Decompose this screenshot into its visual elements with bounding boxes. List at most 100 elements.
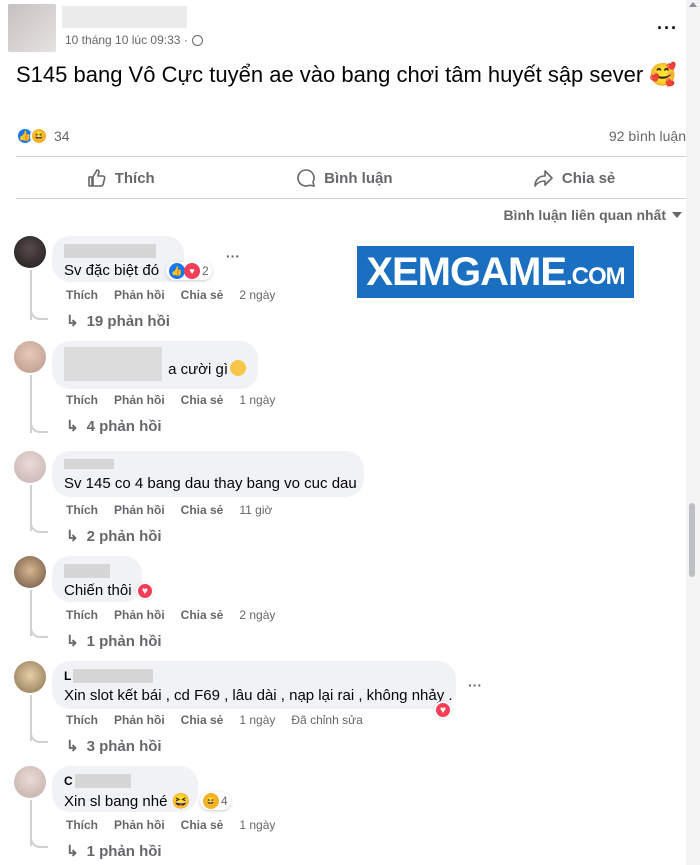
commenter-name-redacted[interactable] — [64, 564, 110, 578]
comment-time[interactable]: 2 ngày — [239, 608, 275, 622]
author-avatar[interactable] — [8, 4, 56, 52]
comment-reactions[interactable]: 👍 ♥ 2 — [166, 262, 212, 280]
comment-like-link[interactable]: Thích — [66, 393, 98, 407]
divider — [16, 198, 686, 199]
comment-button[interactable]: Bình luận — [296, 168, 392, 188]
comment-share-link[interactable]: Chia sẻ — [181, 393, 224, 407]
comment-time[interactable]: 11 giờ — [239, 503, 272, 517]
share-button[interactable]: Chia sẻ — [534, 168, 615, 188]
comment-text: Xin slot kết bái , cd F69 , lâu dài , nạ… — [64, 687, 453, 704]
heart-reaction-icon[interactable]: ♥ — [136, 582, 154, 600]
comment-reply-link[interactable]: Phản hồi — [114, 503, 165, 517]
comment-text: Sv đặc biệt đó — [64, 262, 160, 279]
comment-like-link[interactable]: Thích — [66, 503, 98, 517]
comment-bubble: Sv đặc biệt đó — [52, 236, 184, 282]
comment-time[interactable]: 1 ngày — [239, 818, 275, 832]
post-stats: 👍 😆 34 92 bình luận — [16, 124, 686, 148]
globe-icon — [191, 34, 203, 46]
commenter-name-redacted[interactable] — [73, 669, 154, 683]
thread-hook — [30, 308, 48, 320]
reply-arrow-icon: ↳ — [66, 843, 79, 860]
more-options-icon[interactable]: ··· — [657, 18, 678, 39]
commenter-avatar[interactable] — [14, 556, 46, 588]
comment-like-link[interactable]: Thích — [66, 713, 98, 727]
comment-meta: Thích Phản hồi Chia sẻ 1 ngày — [66, 818, 291, 832]
reply-arrow-icon: ↳ — [66, 528, 79, 545]
comment-reply-link[interactable]: Phản hồi — [114, 608, 165, 622]
view-replies-link[interactable]: ↳ 2 phản hồi — [66, 527, 162, 546]
comment-like-link[interactable]: Thích — [66, 818, 98, 832]
like-button[interactable]: Thích — [87, 168, 155, 188]
commenter-avatar[interactable] — [14, 236, 46, 268]
view-replies-link[interactable]: ↳ 1 phản hồi — [66, 842, 162, 861]
commenter-name-initial[interactable]: C — [64, 774, 73, 788]
comment-item: L Xin slot kết bái , cd F69 , lâu dài , … — [14, 661, 674, 761]
scrollbar-thumb[interactable] — [689, 503, 695, 577]
commenter-name-redacted[interactable] — [74, 774, 131, 788]
comment-reply-link[interactable]: Phản hồi — [114, 713, 165, 727]
comment-time[interactable]: 1 ngày — [239, 713, 275, 727]
comment-item: Sv đặc biệt đó 👍 ♥ 2 ··· Thích Phản hồi … — [14, 236, 674, 336]
thread-hook — [30, 626, 48, 638]
comment-share-link[interactable]: Chia sẻ — [181, 288, 224, 302]
comment-reply-link[interactable]: Phản hồi — [114, 288, 165, 302]
replies-count: 2 phản hồi — [86, 527, 162, 545]
thread-hook — [30, 731, 48, 743]
comment-share-link[interactable]: Chia sẻ — [181, 713, 224, 727]
comment-time[interactable]: 2 ngày — [239, 288, 275, 302]
view-replies-link[interactable]: ↳ 1 phản hồi — [66, 632, 162, 651]
comment-meta: Thích Phản hồi Chia sẻ 1 ngày — [66, 393, 291, 407]
comment-reply-link[interactable]: Phản hồi — [114, 393, 165, 407]
smile-emoji-icon — [230, 360, 246, 376]
replies-count: 3 phản hồi — [86, 737, 162, 755]
post-actions: Thích Bình luận Chia sẻ — [16, 158, 686, 198]
thread-hook — [30, 836, 48, 848]
comment-bubble: Chiến thôi — [52, 556, 142, 602]
commenter-avatar[interactable] — [14, 341, 46, 373]
comment-share-link[interactable]: Chia sẻ — [181, 503, 224, 517]
comment-like-link[interactable]: Thích — [66, 608, 98, 622]
comment-more-icon[interactable]: ··· — [226, 248, 240, 264]
commenter-name-initial[interactable]: L — [64, 669, 71, 683]
comment-time[interactable]: 1 ngày — [239, 393, 275, 407]
scrollbar-track[interactable] — [686, 0, 700, 865]
comment-item: a cười gì Thích Phản hồi Chia sẻ 1 ngày … — [14, 341, 674, 441]
comment-share-link[interactable]: Chia sẻ — [181, 818, 224, 832]
commenter-avatar[interactable] — [14, 766, 46, 798]
sort-label: Bình luận liên quan nhất — [503, 207, 666, 223]
commenter-avatar[interactable] — [14, 661, 46, 693]
comment-like-link[interactable]: Thích — [66, 288, 98, 302]
reaction-summary[interactable]: 👍 😆 34 — [16, 127, 70, 145]
comment-share-link[interactable]: Chia sẻ — [181, 608, 224, 622]
edited-label[interactable]: Đã chỉnh sửa — [291, 713, 362, 727]
replies-count: 1 phản hồi — [86, 632, 162, 650]
comment-reply-link[interactable]: Phản hồi — [114, 818, 165, 832]
comment-text-content: a cười gì — [168, 361, 228, 378]
share-label: Chia sẻ — [561, 169, 616, 187]
comment-item: C Xin sl bang nhé 😆 😆 4 Thích Phản hồi C… — [14, 766, 674, 865]
post-timestamp[interactable]: 10 tháng 10 lúc 09:33 · — [65, 33, 203, 47]
replies-count: 19 phản hồi — [86, 312, 170, 330]
thread-hook — [30, 421, 48, 433]
caret-down-icon — [672, 212, 682, 218]
commenter-name-redacted[interactable] — [64, 244, 156, 258]
heart-reaction-icon: ♥ — [184, 263, 200, 279]
view-replies-link[interactable]: ↳ 4 phản hồi — [66, 417, 162, 436]
commenter-name-redacted[interactable] — [64, 459, 114, 469]
commenter-avatar[interactable] — [14, 451, 46, 483]
comment-count[interactable]: 92 bình luận — [609, 128, 686, 144]
author-name-redacted[interactable] — [62, 6, 187, 28]
view-replies-link[interactable]: ↳ 19 phản hồi — [66, 312, 170, 331]
commenter-name-redacted[interactable] — [64, 347, 163, 381]
comment-item: Chiến thôi ♥ Thích Phản hồi Chia sẻ 2 ng… — [14, 556, 674, 656]
scroll-up-arrow-icon[interactable] — [689, 2, 697, 7]
view-replies-link[interactable]: ↳ 3 phản hồi — [66, 737, 162, 756]
reaction-count: 34 — [54, 128, 70, 144]
comment-sort-dropdown[interactable]: Bình luận liên quan nhất — [503, 207, 682, 223]
reply-arrow-icon: ↳ — [66, 418, 79, 435]
comment-more-icon[interactable]: ··· — [468, 677, 482, 693]
comment-reactions[interactable]: 😆 4 — [200, 792, 231, 810]
heart-reaction-icon[interactable]: ♥ — [434, 701, 452, 719]
post-text: S145 bang Vô Cực tuyển ae vào bang chơi … — [16, 62, 677, 87]
divider — [16, 156, 686, 157]
